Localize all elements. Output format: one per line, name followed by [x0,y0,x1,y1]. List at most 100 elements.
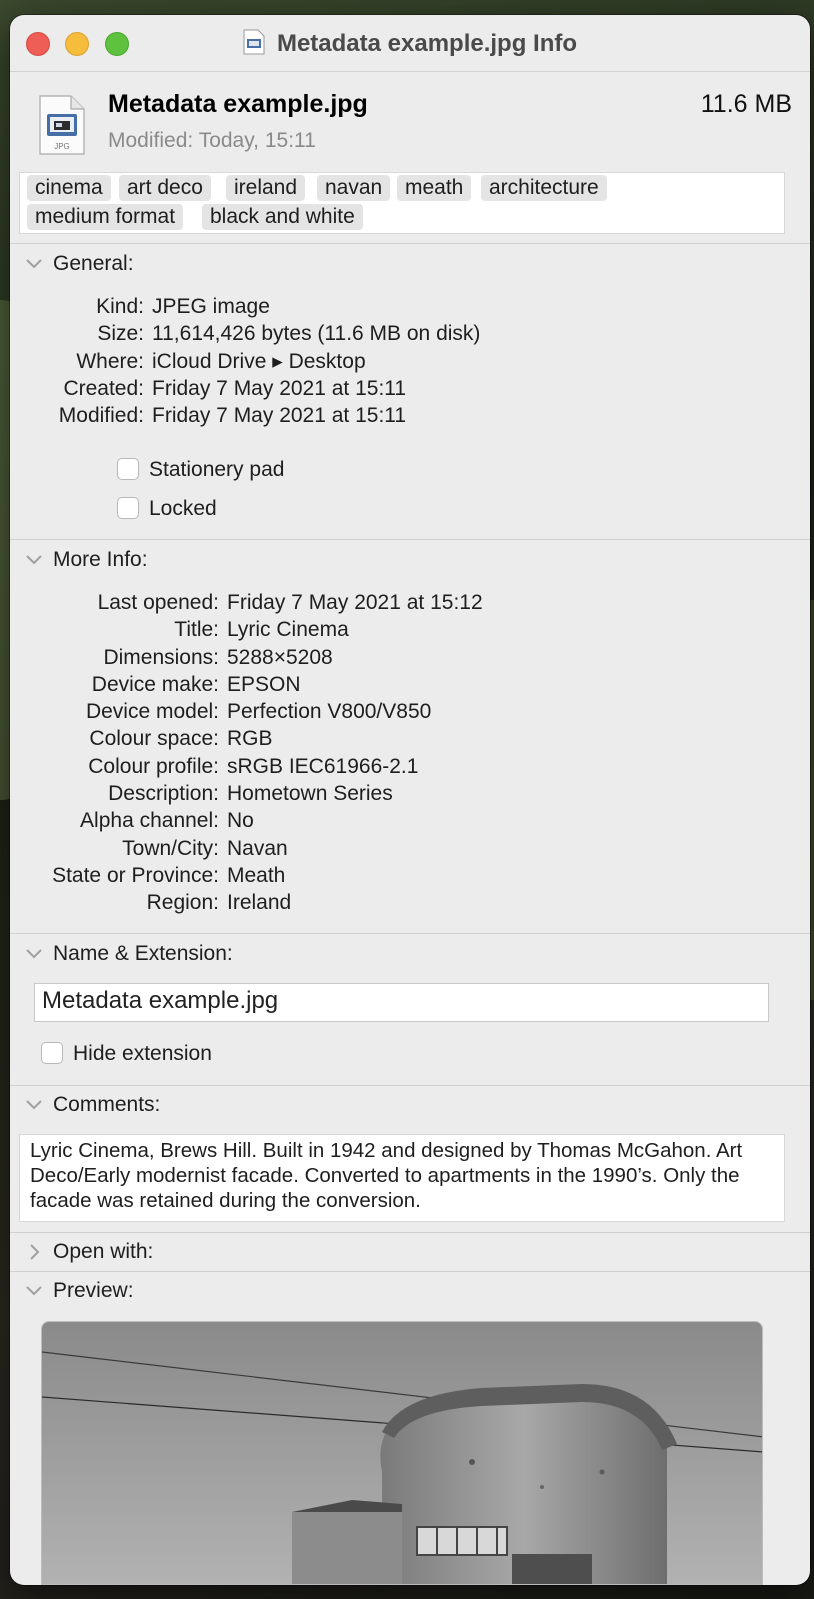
info-key: Colour profile: [88,754,219,778]
info-key: Alpha channel: [80,809,219,833]
name-extension-input[interactable]: Metadata example.jpg [34,983,769,1022]
tags-field[interactable]: cinema art deco ireland navan meath arch… [19,172,785,234]
chevron-down-icon [26,1096,48,1112]
tag[interactable]: architecture [481,175,607,201]
info-row: State or Province: Meath [24,862,483,889]
hide-extension-label: Hide extension [73,1042,212,1065]
info-row: Description: Hometown Series [24,780,483,807]
info-row: Device model: Perfection V800/V850 [24,698,483,725]
info-value: Ireland [227,891,292,915]
info-row: Last opened: Friday 7 May 2021 at 15:12 [24,589,483,616]
info-key: Region: [146,891,219,915]
info-row: Colour profile: sRGB IEC61966-2.1 [24,753,483,780]
title-bar[interactable]: Metadata example.jpg Info [10,15,810,72]
section-name-extension-toggle[interactable]: Name & Extension: [26,942,233,966]
divider [10,1232,810,1233]
info-key: Kind: [96,295,144,318]
info-value: sRGB IEC61966-2.1 [227,754,419,778]
info-key: Title: [174,618,219,642]
info-key: Dimensions: [103,645,219,669]
info-key: Device model: [85,700,219,724]
jpg-document-icon: JPG [39,95,85,155]
divider [10,1271,810,1272]
section-more-info-toggle[interactable]: More Info: [26,548,148,572]
checkbox-box[interactable] [117,497,139,519]
divider [10,1085,810,1086]
info-row: Size: 11,614,426 bytes (11.6 MB on disk) [34,320,480,347]
info-row: Alpha channel: No [24,807,483,834]
info-key: Created: [63,376,144,400]
info-value: EPSON [227,672,301,696]
info-key: Device make: [91,672,219,696]
info-key: Town/City: [122,836,219,860]
stationery-pad-checkbox[interactable]: Stationery pad [117,458,284,482]
section-open-with-toggle[interactable]: Open with: [26,1240,153,1264]
info-value: Perfection V800/V850 [227,700,432,724]
info-value: Meath [227,863,286,887]
chevron-down-icon [26,945,48,961]
info-value: Navan [227,836,288,860]
info-key: State or Province: [52,863,219,887]
general-info-list: Kind: JPEG image Size: 11,614,426 bytes (1… [34,293,481,429]
jpg-file-icon [243,29,265,55]
tag[interactable]: meath [397,175,472,201]
divider [10,933,810,934]
comments-textarea[interactable]: Lyric Cinema, Brews Hill. Built in 1942 … [19,1134,785,1222]
section-preview-toggle[interactable]: Preview: [26,1279,134,1303]
info-row: Colour space: RGB [24,725,483,752]
hide-extension-checkbox[interactable]: Hide extension [41,1042,212,1066]
info-row: Created: Friday 7 May 2021 at 15:11 [34,375,480,402]
where-path[interactable]: iCloud Drive ▸ Desktop [144,348,366,375]
icon-label: JPG [54,142,70,151]
checkbox-box[interactable] [117,458,139,480]
info-row: Title: Lyric Cinema [24,616,483,643]
info-value: 11,614,426 bytes (11.6 MB on disk) [152,322,481,346]
section-comments-toggle[interactable]: Comments: [26,1093,160,1117]
tag[interactable]: art deco [119,175,211,201]
info-row: Modified: Friday 7 May 2021 at 15:11 [34,402,480,429]
locked-checkbox[interactable]: Locked [117,497,217,521]
info-key: Size: [97,322,144,346]
info-key: Description: [108,782,219,806]
info-row: Region: Ireland [24,889,483,916]
info-value: Friday 7 May 2021 at 15:12 [227,591,483,614]
chevron-down-icon [26,255,48,271]
tag[interactable]: cinema [27,175,111,201]
section-name-extension-heading: Name & Extension: [53,942,233,965]
file-header: JPG Metadata example.jpg Modified: Today… [10,72,810,170]
modified-value: Today, 15:11 [198,129,316,152]
more-info-list: Last opened: Friday 7 May 2021 at 15:12 T… [24,589,483,917]
get-info-window: Metadata example.jpg Info JPG Metadata e… [10,15,810,1585]
tag[interactable]: medium format [27,204,184,230]
chevron-down-icon [26,551,48,567]
info-key: Modified: [58,404,144,428]
info-value: No [227,809,254,833]
section-general-heading: General: [53,252,134,275]
info-value: 5288×5208 [227,645,333,669]
section-more-info-heading: More Info: [53,548,148,571]
checkbox-box[interactable] [41,1042,63,1064]
info-row: Town/City: Navan [24,835,483,862]
info-key: Colour space: [89,727,219,751]
divider [10,539,810,540]
info-row: Device make: EPSON [24,671,483,698]
preview-image[interactable] [41,1321,763,1585]
file-name: Metadata example.jpg [108,90,368,118]
info-value: Friday 7 May 2021 at 15:11 [152,404,407,428]
info-row: Where: iCloud Drive ▸ Desktop [34,348,480,375]
window-title-area: Metadata example.jpg Info [10,29,810,58]
chevron-down-icon [26,1282,48,1298]
tag[interactable]: navan [317,175,391,201]
section-comments-heading: Comments: [53,1093,161,1116]
info-key: Where: [76,349,144,373]
section-open-with-heading: Open with: [53,1240,154,1263]
preview-photo-bw [42,1322,762,1584]
info-value: RGB [227,727,273,751]
info-row: Kind: JPEG image [34,293,480,320]
section-preview-heading: Preview: [53,1279,134,1302]
modified-label: Modified: [108,129,194,152]
section-general-toggle[interactable]: General: [26,252,134,276]
info-value: Hometown Series [227,782,393,806]
tag[interactable]: ireland [226,175,306,201]
tag[interactable]: black and white [202,204,363,230]
